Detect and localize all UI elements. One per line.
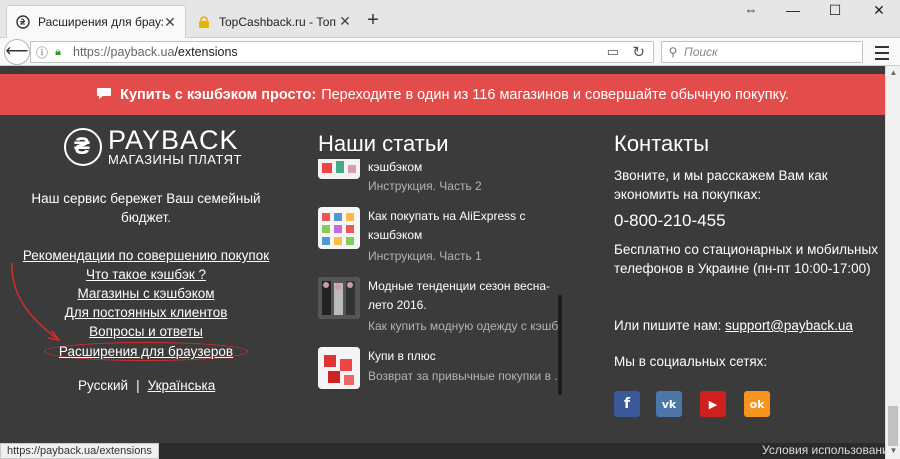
article-item[interactable]: кэшбэком Инструкция. Часть 2 — [318, 159, 558, 197]
tab-payback-extensions[interactable]: Расширения для браузер ✕ — [6, 5, 186, 38]
chat-bubble-icon — [96, 87, 112, 103]
url-host: https://payback.ua — [73, 45, 175, 59]
info-icon[interactable]: ⓘ — [33, 44, 51, 61]
annotation-arrow-icon — [11, 262, 61, 342]
article-title: кэшбэком — [368, 160, 423, 174]
lang-separator: | — [136, 378, 140, 393]
call-text: Звоните, и мы расскажем Вам как экономит… — [614, 168, 828, 202]
article-thumbnail — [318, 207, 360, 249]
url-text: https://payback.ua/extensions — [73, 45, 238, 59]
article-title: Модные тенденции сезон весна-лето 2016. — [368, 279, 551, 312]
tab-topcashback[interactable]: TopCashback.ru - Топ лу ✕ — [188, 5, 360, 38]
logo-slogan: МАГАЗИНЫ ПЛАТЯТ — [108, 152, 242, 167]
social-text: Мы в социальных сетях: — [614, 354, 768, 369]
article-thumbnail — [318, 347, 360, 389]
articles-list[interactable]: кэшбэком Инструкция. Часть 2 Как покупат… — [318, 159, 564, 405]
close-tab-icon[interactable]: ✕ — [338, 13, 352, 30]
promo-text: Переходите в один из 116 магазинов и сов… — [321, 86, 789, 103]
promo-bold-text: Купить с кэшбэком просто: — [120, 86, 317, 103]
article-thumbnail — [318, 159, 360, 179]
article-subtitle: Возврат за привычные покупки в ... — [368, 369, 558, 383]
address-bar[interactable]: ⓘ 🔒︎ https://payback.ua/extensions ▭ ↻ — [30, 41, 654, 63]
lock-icon[interactable]: 🔒︎ — [51, 46, 65, 59]
tab-title: Расширения для браузер — [38, 15, 163, 29]
maximize-button[interactable]: ☐ — [814, 0, 856, 22]
articles-heading: Наши статьи — [318, 131, 449, 156]
site-footer: ₴ PAYBACK МАГАЗИНЫ ПЛАТЯТ Наш сервис бер… — [0, 115, 885, 443]
facebook-icon[interactable]: f — [614, 391, 640, 417]
write-text: Или пишите нам: — [614, 318, 722, 333]
search-input[interactable]: ⚲ Поиск — [661, 41, 863, 63]
minimize-button[interactable]: — — [772, 0, 814, 22]
vk-icon[interactable]: vk — [656, 391, 682, 417]
phone-number[interactable]: 0-800-210-455 — [614, 211, 726, 231]
tab-strip: Расширения для браузер ✕ TopCashback.ru … — [0, 0, 900, 38]
odnoklassniki-icon[interactable]: ok — [744, 391, 770, 417]
article-title: Купи в плюс — [368, 349, 436, 363]
logo-brand: PAYBACK — [108, 125, 239, 155]
page-top-strip — [0, 66, 885, 74]
article-subtitle: Инструкция. Часть 1 — [368, 249, 482, 263]
hryvnia-logo-icon: ₴ — [64, 128, 102, 166]
scroll-down-icon[interactable]: ▼ — [886, 446, 900, 455]
articles-scrollbar[interactable] — [558, 295, 562, 395]
free-call-text: Бесплатно со стационарных и мобильных те… — [614, 242, 878, 276]
new-tab-button[interactable]: + — [364, 10, 382, 30]
url-path: /extensions — [174, 45, 238, 59]
email-line: Или пишите нам: support@payback.ua — [614, 316, 884, 335]
link-browser-extensions[interactable]: Расширения для браузеров — [43, 342, 249, 361]
payback-favicon-icon — [15, 14, 31, 30]
status-url-tooltip: https://payback.ua/extensions — [0, 443, 159, 459]
lang-russian[interactable]: Русский — [78, 378, 128, 393]
search-placeholder: Поиск — [684, 45, 718, 59]
scrollbar-thumb[interactable] — [888, 406, 898, 446]
article-subtitle: Инструкция. Часть 2 — [368, 179, 482, 193]
reload-icon[interactable]: ↻ — [632, 43, 645, 61]
hamburger-menu-icon[interactable] — [872, 42, 892, 62]
page-scrollbar[interactable]: ▲ ▼ — [885, 66, 900, 459]
article-item[interactable]: Модные тенденции сезон весна-лето 2016. … — [318, 277, 558, 337]
reader-view-icon[interactable]: ▭ — [607, 44, 619, 60]
article-item[interactable]: Купи в плюс Возврат за привычные покупки… — [318, 347, 558, 405]
lang-ukrainian[interactable]: Українська — [148, 378, 216, 393]
back-button[interactable]: ⟵ — [4, 39, 30, 65]
article-subtitle: Как купить модную одежду с кэшб... — [368, 319, 558, 333]
terms-link[interactable]: Условия использования — [762, 443, 895, 458]
article-thumbnail — [318, 277, 360, 319]
close-window-button[interactable]: ✕ — [858, 0, 900, 22]
payback-logo[interactable]: ₴ PAYBACK МАГАЗИНЫ ПЛАТЯТ — [64, 127, 242, 167]
youtube-icon[interactable]: ▶ — [700, 391, 726, 417]
article-item[interactable]: Как покупать на AliExpress с кэшбэком Ин… — [318, 207, 558, 267]
tab-title: TopCashback.ru - Топ лу — [219, 14, 338, 29]
article-title: Как покупать на AliExpress с кэшбэком — [368, 209, 526, 242]
scroll-up-icon[interactable]: ▲ — [886, 68, 900, 77]
lock-favicon-icon — [196, 14, 212, 30]
tagline: Наш сервис бережет Ваш семейный бюджет. — [31, 191, 261, 225]
navigation-toolbar: ⟵ ⓘ 🔒︎ https://payback.ua/extensions ▭ ↻… — [0, 38, 900, 66]
close-tab-icon[interactable]: ✕ — [163, 14, 177, 31]
email-link[interactable]: support@payback.ua — [725, 318, 853, 333]
search-icon: ⚲ — [668, 45, 678, 59]
resize-icon: ⇔ — [744, 2, 758, 17]
language-switcher: Русский | Українська — [78, 378, 215, 393]
promo-banner: Купить с кэшбэком просто: Переходите в о… — [0, 74, 885, 115]
contacts-heading: Контакты — [614, 131, 710, 156]
arrow-left-icon: ⟵ — [5, 43, 29, 60]
